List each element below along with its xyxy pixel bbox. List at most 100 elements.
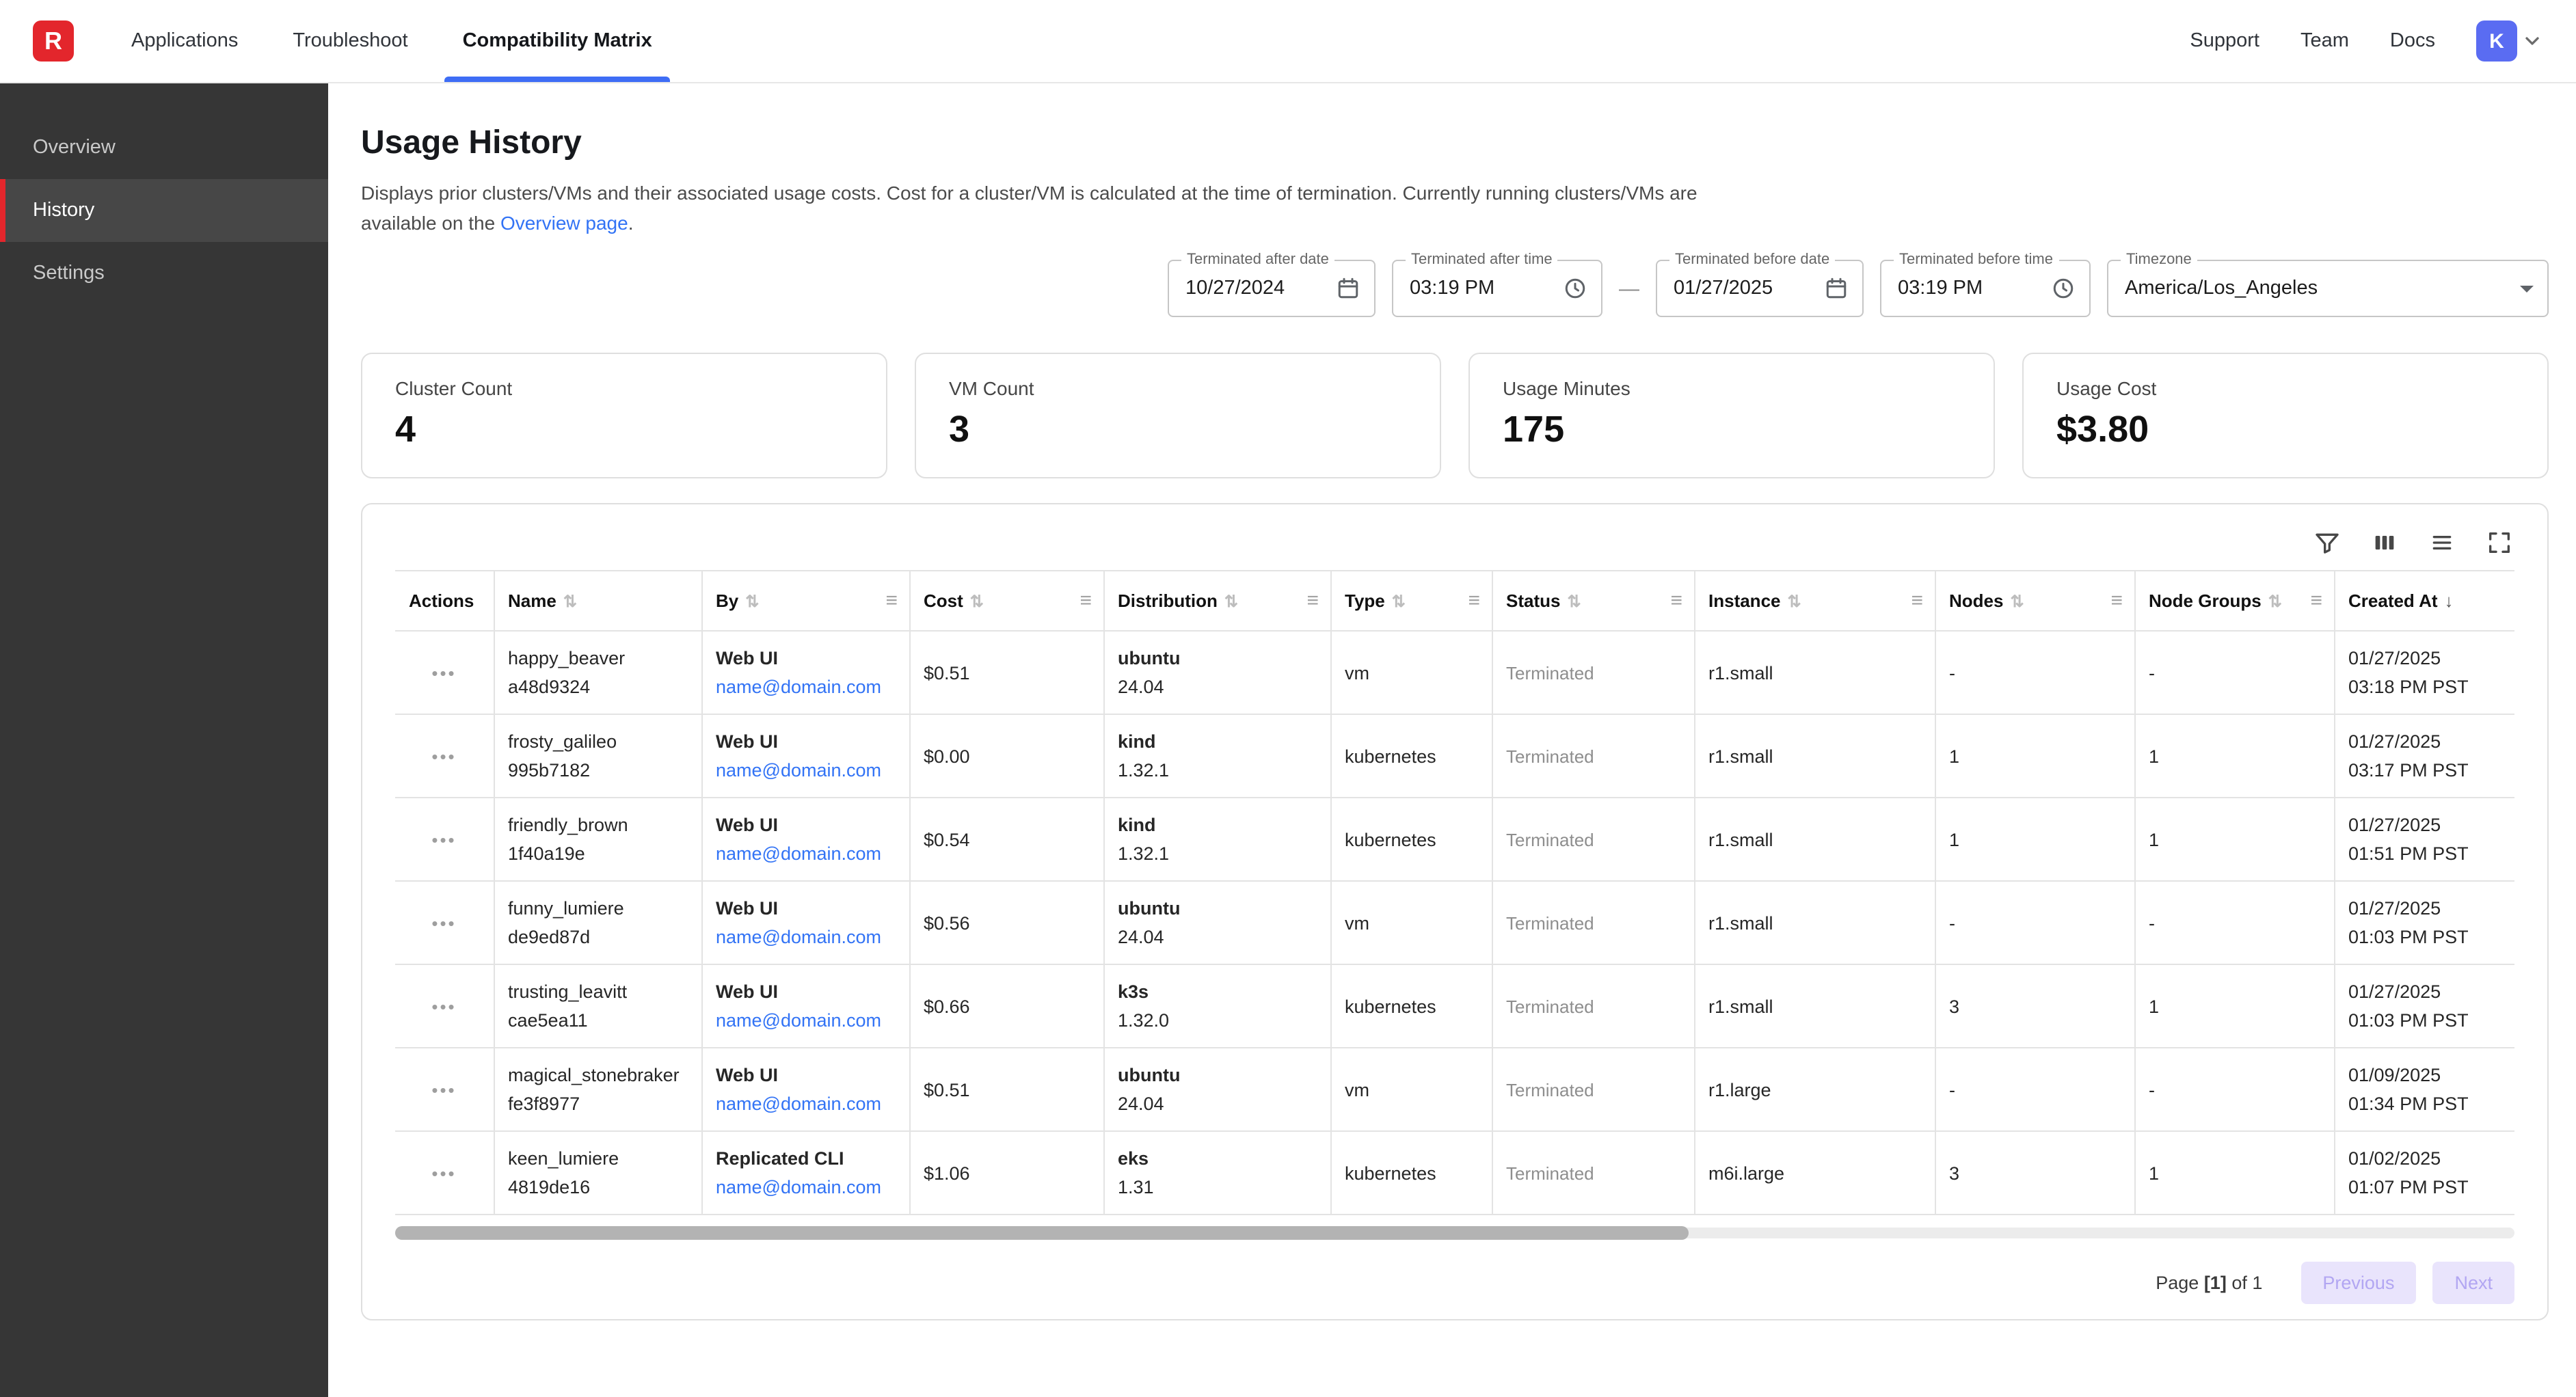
email-link[interactable]: name@domain.com (716, 1011, 881, 1031)
column-header-nodes[interactable]: Nodes (1935, 571, 2134, 632)
column-header-name[interactable]: Name (494, 571, 701, 632)
sort-icon[interactable] (2268, 593, 2282, 610)
sort-icon[interactable] (1567, 593, 1581, 610)
field-value[interactable]: America/Los_Angeles (2125, 278, 2512, 300)
overview-page-link[interactable]: Overview page (500, 211, 628, 233)
clock-icon[interactable] (1563, 277, 1587, 301)
cell-name: funny_lumierede9ed87d (494, 882, 701, 965)
cell-instance: r1.small (1694, 715, 1935, 798)
terminated-after-time-field[interactable]: Terminated after time 03:19 PM (1392, 260, 1602, 318)
calendar-icon[interactable] (1824, 277, 1849, 301)
column-menu-icon[interactable] (1911, 591, 1923, 612)
terminated-after-date-field[interactable]: Terminated after date 10/27/2024 (1168, 260, 1376, 318)
row-actions-button[interactable] (431, 746, 456, 767)
filter-icon[interactable] (2312, 528, 2342, 558)
row-actions-button[interactable] (431, 913, 456, 934)
dropdown-arrow-icon[interactable] (2520, 286, 2534, 293)
column-menu-icon[interactable] (1468, 591, 1480, 612)
sort-icon[interactable] (2010, 593, 2024, 610)
email-link[interactable]: name@domain.com (716, 1178, 881, 1198)
cell-distribution: ubuntu24.04 (1103, 632, 1330, 715)
cell-name: keen_lumiere4819de16 (494, 1132, 701, 1215)
row-actions-button[interactable] (431, 1080, 456, 1100)
nav-item-compatibility-matrix[interactable]: Compatibility Matrix (445, 0, 670, 82)
sort-icon[interactable] (1392, 593, 1406, 610)
support-link[interactable]: Support (2190, 30, 2259, 52)
cell-type: vm (1330, 1048, 1492, 1132)
columns-icon[interactable] (2370, 528, 2400, 558)
sort-icon[interactable] (970, 593, 984, 610)
terminated-before-date-field[interactable]: Terminated before date 01/27/2025 (1656, 260, 1864, 318)
field-value[interactable]: 03:19 PM (1898, 278, 2043, 300)
previous-page-button[interactable]: Previous (2300, 1262, 2416, 1304)
column-header-status[interactable]: Status (1492, 571, 1694, 632)
field-value[interactable]: 10/27/2024 (1185, 278, 1328, 300)
email-link[interactable]: name@domain.com (716, 1094, 881, 1115)
column-menu-icon[interactable] (1306, 591, 1319, 612)
column-header-cost[interactable]: Cost (909, 571, 1103, 632)
next-page-button[interactable]: Next (2432, 1262, 2514, 1304)
sort-icon[interactable] (1788, 593, 1801, 610)
cell-instance: r1.large (1694, 1048, 1935, 1132)
column-header-created-at[interactable]: Created At (2334, 571, 2514, 632)
avatar[interactable]: K (2476, 21, 2517, 62)
cell-node-groups: 1 (2134, 715, 2334, 798)
column-header-instance[interactable]: Instance (1694, 571, 1935, 632)
field-value[interactable]: 03:19 PM (1410, 278, 1555, 300)
sort-icon[interactable] (563, 593, 577, 610)
column-menu-icon[interactable] (1670, 591, 1682, 612)
sort-desc-icon[interactable] (2445, 593, 2454, 610)
cell-nodes: 3 (1935, 1132, 2134, 1215)
column-menu-icon[interactable] (1079, 591, 1092, 612)
account-menu[interactable]: K (2476, 21, 2543, 62)
nav-item-troubleshoot[interactable]: Troubleshoot (275, 0, 425, 82)
team-link[interactable]: Team (2300, 30, 2349, 52)
cell-distribution: eks1.31 (1103, 1132, 1330, 1215)
cell-actions (395, 1132, 494, 1215)
cell-actions (395, 882, 494, 965)
email-link[interactable]: name@domain.com (716, 927, 881, 948)
email-link[interactable]: name@domain.com (716, 677, 881, 698)
sort-icon[interactable] (745, 593, 759, 610)
row-actions-button[interactable] (431, 830, 456, 850)
email-link[interactable]: name@domain.com (716, 761, 881, 781)
cluster-name: magical_stonebraker (508, 1064, 687, 1087)
clock-icon[interactable] (2051, 277, 2076, 301)
column-header-node-groups[interactable]: Node Groups (2134, 571, 2334, 632)
email-link[interactable]: name@domain.com (716, 844, 881, 865)
column-menu-icon[interactable] (2310, 591, 2322, 612)
cell-by: Web UIname@domain.com (701, 715, 909, 798)
row-actions-button[interactable] (431, 663, 456, 683)
table-row: keen_lumiere4819de16 Replicated CLIname@… (395, 1132, 2514, 1215)
sidebar-item-settings[interactable]: Settings (0, 242, 328, 305)
scrollbar-thumb[interactable] (395, 1227, 1688, 1240)
calendar-icon[interactable] (1336, 277, 1360, 301)
column-menu-icon[interactable] (2110, 591, 2123, 612)
column-header-distribution[interactable]: Distribution (1103, 571, 1330, 632)
sidebar-item-overview[interactable]: Overview (0, 116, 328, 179)
replicated-logo[interactable]: R (33, 21, 74, 62)
docs-link[interactable]: Docs (2390, 30, 2435, 52)
terminated-before-time-field[interactable]: Terminated before time 03:19 PM (1880, 260, 2091, 318)
row-actions-button[interactable] (431, 1163, 456, 1184)
fullscreen-icon[interactable] (2484, 528, 2514, 558)
column-menu-icon[interactable] (885, 591, 898, 612)
table-row: funny_lumierede9ed87d Web UIname@domain.… (395, 882, 2514, 965)
row-actions-button[interactable] (431, 996, 456, 1017)
column-header-type[interactable]: Type (1330, 571, 1492, 632)
column-header-by[interactable]: By (701, 571, 909, 632)
field-value[interactable]: 01/27/2025 (1674, 278, 1816, 300)
density-icon[interactable] (2427, 528, 2457, 558)
sort-icon[interactable] (1224, 593, 1238, 610)
field-label: Terminated before time (1894, 252, 2058, 269)
timezone-select[interactable]: Timezone America/Los_Angeles (2107, 260, 2549, 318)
cell-nodes: 3 (1935, 965, 2134, 1048)
cluster-id: 995b7182 (508, 759, 687, 783)
cell-nodes: - (1935, 882, 2134, 965)
table-row: frosty_galileo995b7182 Web UIname@domain… (395, 715, 2514, 798)
cluster-name: happy_beaver (508, 647, 687, 670)
cell-type: kubernetes (1330, 798, 1492, 882)
cell-name: friendly_brown1f40a19e (494, 798, 701, 882)
nav-item-applications[interactable]: Applications (113, 0, 256, 82)
sidebar-item-history[interactable]: History (0, 179, 328, 242)
